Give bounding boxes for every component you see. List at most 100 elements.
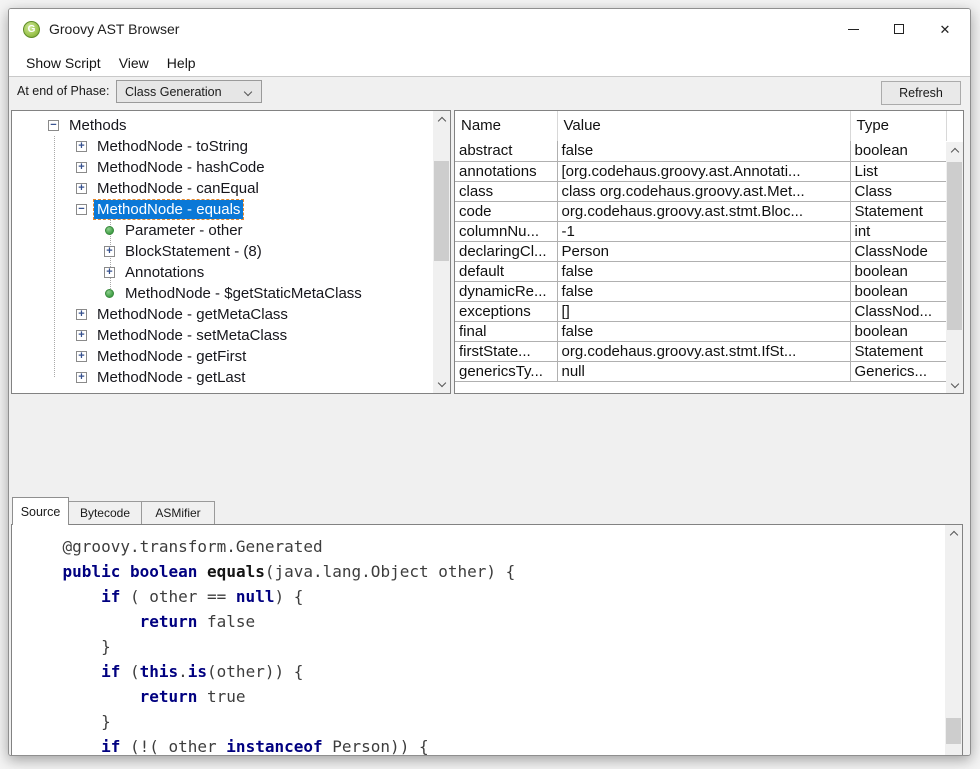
table-cell: genericsTy... <box>455 361 557 381</box>
tab-source[interactable]: Source <box>12 497 69 525</box>
tree-item-methodnode-getstaticmetaclass[interactable]: MethodNode - $getStaticMetaClass <box>12 283 432 304</box>
table-row[interactable]: codeorg.codehaus.groovy.ast.stmt.Bloc...… <box>455 201 946 221</box>
table-cell: final <box>455 321 557 341</box>
code-line: public boolean equals(java.lang.Object o… <box>24 559 945 584</box>
collapse-icon[interactable]: − <box>76 204 87 215</box>
table-cell: dynamicRe... <box>455 281 557 301</box>
scroll-down-button[interactable] <box>433 376 450 393</box>
code-token: Person)) { <box>323 737 429 756</box>
tree-item-label: MethodNode - hashCode <box>94 158 268 177</box>
table-row[interactable]: columnNu...-1int <box>455 221 946 241</box>
table-row[interactable]: firstState...org.codehaus.groovy.ast.stm… <box>455 341 946 361</box>
groovy-logo-icon: G <box>23 21 40 38</box>
code-token <box>24 562 63 581</box>
collapse-icon[interactable]: − <box>48 120 59 131</box>
expand-icon[interactable]: + <box>104 246 115 257</box>
menu-item-view[interactable]: View <box>110 52 158 74</box>
table-cell: List <box>850 161 946 181</box>
chevron-down-icon <box>244 88 252 96</box>
scroll-up-button[interactable] <box>946 142 963 159</box>
expand-icon[interactable]: + <box>76 141 87 152</box>
code-token: } <box>24 712 111 731</box>
table-cell: default <box>455 261 557 281</box>
scroll-up-button[interactable] <box>945 525 962 542</box>
window-title: Groovy AST Browser <box>49 21 179 37</box>
expand-icon[interactable]: + <box>76 351 87 362</box>
tree-item-methodnode-hashcode[interactable]: + MethodNode - hashCode <box>12 157 432 178</box>
maximize-icon <box>894 24 904 34</box>
tree-item-label: MethodNode - canEqual <box>94 179 262 198</box>
source-vertical-scrollbar[interactable] <box>945 525 962 756</box>
maximize-button[interactable] <box>876 9 922 49</box>
code-line: return true <box>24 684 945 709</box>
scrollbar-thumb[interactable] <box>434 161 449 261</box>
code-token: ) { <box>274 587 303 606</box>
table-row[interactable]: abstractfalseboolean <box>455 141 946 161</box>
table-row[interactable]: finalfalseboolean <box>455 321 946 341</box>
tree-item-methodnode-setmetaclass[interactable]: +MethodNode - setMetaClass <box>12 325 432 346</box>
table-row[interactable]: declaringCl...PersonClassNode <box>455 241 946 261</box>
phase-select[interactable]: Class Generation <box>116 80 262 103</box>
scrollbar-thumb[interactable] <box>947 162 962 330</box>
tab-bytecode[interactable]: Bytecode <box>68 501 142 525</box>
column-header-name[interactable]: Name <box>455 111 557 141</box>
expand-icon[interactable]: + <box>104 267 115 278</box>
table-row[interactable]: exceptions[]ClassNod... <box>455 301 946 321</box>
table-row[interactable]: defaultfalseboolean <box>455 261 946 281</box>
tree-item-methodnode-getlast[interactable]: + MethodNode - getLast <box>12 367 432 388</box>
chevron-down-icon <box>437 379 445 387</box>
tab-asmifier[interactable]: ASMifier <box>141 501 215 525</box>
code-line: if ( other == null) { <box>24 584 945 609</box>
table-cell: ClassNode <box>850 241 946 261</box>
code-token: (!( other <box>120 737 226 756</box>
tree-item-methodnode-tostring[interactable]: +MethodNode - toString <box>12 136 432 157</box>
tree-item-methods[interactable]: −Methods <box>12 115 432 136</box>
tree-item-blockstatement-8[interactable]: +BlockStatement - (8) <box>12 241 432 262</box>
table-cell: columnNu... <box>455 221 557 241</box>
tree-item-methodnode-getfirst[interactable]: +MethodNode - getFirst <box>12 346 432 367</box>
table-row[interactable]: dynamicRe...falseboolean <box>455 281 946 301</box>
close-button[interactable]: ✕ <box>922 9 968 49</box>
expand-icon[interactable]: + <box>76 309 87 320</box>
tree-scrollbar[interactable] <box>433 111 450 393</box>
tree-item-annotations[interactable]: +Annotations <box>12 262 432 283</box>
scroll-up-button[interactable] <box>433 111 450 128</box>
table-cell: int <box>850 221 946 241</box>
tree-item-label: MethodNode - getLast <box>94 368 248 387</box>
code-token: (other)) { <box>207 662 303 681</box>
expand-icon[interactable]: + <box>76 183 87 194</box>
tree-item-methodnode-equals[interactable]: −MethodNode - equals <box>12 199 432 220</box>
source-panel: @groovy.transform.Generated public boole… <box>11 524 963 756</box>
expand-icon[interactable]: + <box>76 162 87 173</box>
menu-item-show-script[interactable]: Show Script <box>17 52 110 74</box>
table-row[interactable]: classclass org.codehaus.groovy.ast.Met..… <box>455 181 946 201</box>
tree-item-parameter-other[interactable]: Parameter - other <box>12 220 432 241</box>
table-row[interactable]: annotations[org.codehaus.groovy.ast.Anno… <box>455 161 946 181</box>
scrollbar-thumb[interactable] <box>946 718 961 744</box>
title-bar[interactable]: G Groovy AST Browser ✕ <box>9 9 970 49</box>
tree-item-methodnode-getmetaclass[interactable]: +MethodNode - getMetaClass <box>12 304 432 325</box>
table-cell: false <box>557 281 850 301</box>
table-cell: Person <box>557 241 850 261</box>
tree-item-methodnode-canequal[interactable]: + MethodNode - canEqual <box>12 178 432 199</box>
scroll-down-button[interactable] <box>946 377 963 394</box>
source-code[interactable]: @groovy.transform.Generated public boole… <box>12 525 945 756</box>
table-row[interactable]: genericsTy...nullGenerics... <box>455 361 946 381</box>
tree-item-label: MethodNode - $getStaticMetaClass <box>122 284 365 303</box>
code-line: if (this.is(other)) { <box>24 659 945 684</box>
table-cell: Class <box>850 181 946 201</box>
code-token: (java.lang.Object other) { <box>265 562 515 581</box>
phase-label: At end of Phase: <box>17 84 109 98</box>
table-cell: class org.codehaus.groovy.ast.Met... <box>557 181 850 201</box>
expand-icon[interactable]: + <box>76 372 87 383</box>
refresh-button[interactable]: Refresh <box>881 81 961 105</box>
code-line: return false <box>24 609 945 634</box>
workspace: −Methods+MethodNode - toString+MethodNod… <box>9 106 970 756</box>
menu-item-help[interactable]: Help <box>158 52 205 74</box>
table-cell: boolean <box>850 281 946 301</box>
minimize-button[interactable] <box>830 9 876 49</box>
expand-icon[interactable]: + <box>76 330 87 341</box>
table-scrollbar[interactable] <box>946 142 963 394</box>
column-header-type[interactable]: Type <box>850 111 946 141</box>
column-header-value[interactable]: Value <box>557 111 850 141</box>
